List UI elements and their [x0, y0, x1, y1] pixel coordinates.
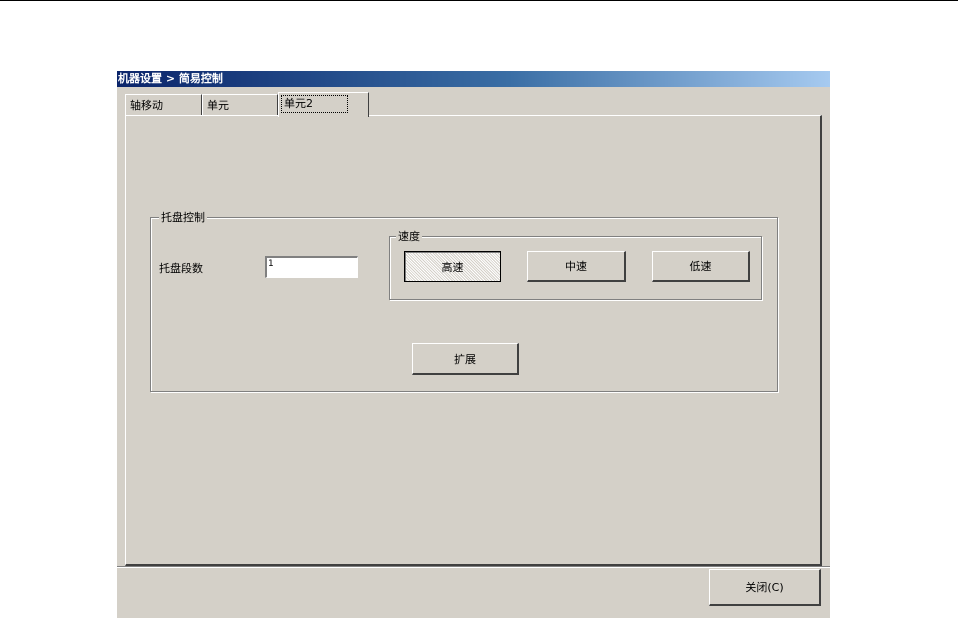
- speed-group-title: 速度: [396, 230, 422, 243]
- speed-mid-button[interactable]: 中速: [527, 251, 626, 282]
- footer-separator: [117, 566, 830, 568]
- tab-unit[interactable]: 单元: [202, 94, 278, 115]
- expand-button[interactable]: 扩展: [412, 343, 519, 375]
- tab-label: 轴移动: [130, 99, 163, 112]
- tab-label: 单元: [207, 99, 229, 112]
- close-button[interactable]: 关闭(C): [709, 569, 821, 606]
- speed-group: 速度 高速 中速 低速: [389, 230, 762, 300]
- tab-axis-move[interactable]: 轴移动: [125, 94, 202, 115]
- speed-low-button[interactable]: 低速: [652, 251, 750, 282]
- tray-count-label: 托盘段数: [159, 262, 203, 275]
- tab-unit2[interactable]: 单元2: [278, 92, 369, 117]
- top-border-line: [0, 0, 958, 1]
- tray-control-group: 托盘控制 托盘段数 1 速度 高速 中速 低速 扩展: [150, 211, 778, 392]
- settings-window: 机器设置 > 简易控制 轴移动 单元 单元2 托盘控制 托盘段数 1 速度 高速…: [117, 71, 830, 618]
- tab-label: 单元2: [281, 95, 348, 113]
- tray-count-input[interactable]: 1: [265, 256, 358, 278]
- tab-panel: 托盘控制 托盘段数 1 速度 高速 中速 低速 扩展: [125, 115, 822, 566]
- window-title: 机器设置 > 简易控制: [117, 71, 830, 87]
- speed-high-button[interactable]: 高速: [404, 251, 501, 282]
- group-title: 托盘控制: [159, 211, 207, 224]
